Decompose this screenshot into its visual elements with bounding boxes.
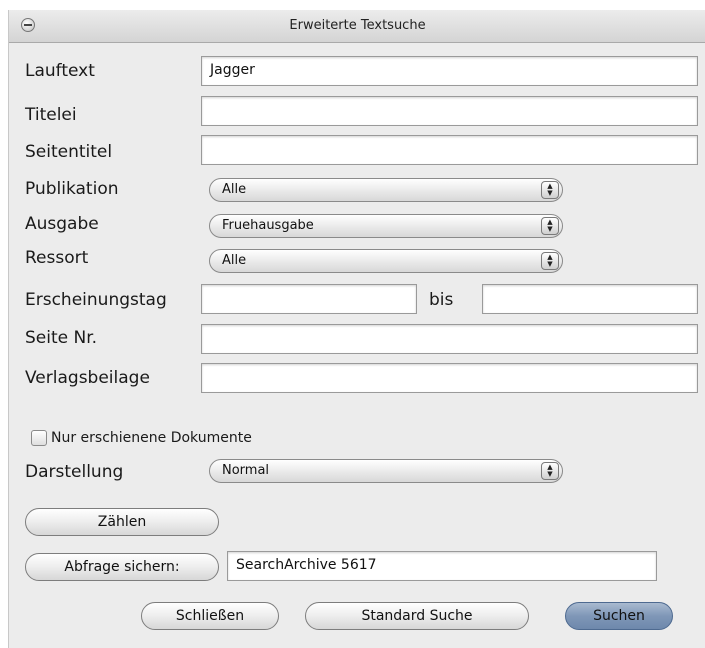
popup-arrows-icon: ▲ ▼ [541, 181, 559, 199]
publikation-value: Alle [222, 182, 247, 197]
erscheinungstag-label: Erscheinungstag [25, 290, 167, 310]
popup-arrows-icon: ▲ ▼ [541, 217, 559, 235]
ausgabe-select[interactable]: Fruehausgabe ▲ ▼ [209, 214, 563, 238]
abfrage-name-input[interactable]: SearchArchive 5617 [227, 551, 657, 581]
ausgabe-value: Fruehausgabe [222, 218, 314, 233]
ressort-label: Ressort [25, 248, 89, 268]
seitentitel-label: Seitentitel [25, 142, 113, 162]
suchen-button[interactable]: Suchen [565, 602, 673, 630]
erscheinungstag-from-input[interactable] [201, 284, 417, 314]
verlagsbeilage-input[interactable] [201, 363, 698, 393]
window-title: Erweiterte Textsuche [289, 18, 426, 33]
darstellung-select[interactable]: Normal ▲ ▼ [209, 459, 563, 483]
seitentitel-input[interactable] [201, 135, 698, 165]
lauftext-input[interactable]: Jagger [201, 56, 698, 86]
ausgabe-label: Ausgabe [25, 214, 99, 234]
nur-erschienene-checkbox[interactable] [31, 430, 47, 446]
darstellung-label: Darstellung [25, 462, 124, 482]
abfrage-sichern-button[interactable]: Abfrage sichern: [25, 553, 219, 581]
bis-label: bis [429, 290, 454, 310]
seite-nr-input[interactable] [201, 324, 698, 354]
search-dialog: Erweiterte Textsuche Lauftext Jagger Tit… [8, 10, 705, 648]
seite-nr-label: Seite Nr. [25, 328, 98, 348]
titelei-input[interactable] [201, 96, 698, 126]
popup-arrows-icon: ▲ ▼ [541, 252, 559, 270]
verlagsbeilage-label: Verlagsbeilage [25, 368, 150, 388]
title-bar: Erweiterte Textsuche [9, 10, 705, 43]
titelei-label: Titelei [25, 105, 77, 125]
schliessen-button[interactable]: Schließen [141, 602, 279, 630]
popup-arrows-icon: ▲ ▼ [541, 462, 559, 480]
publikation-label: Publikation [25, 179, 119, 199]
lauftext-label: Lauftext [25, 61, 95, 81]
darstellung-value: Normal [222, 463, 270, 478]
publikation-select[interactable]: Alle ▲ ▼ [209, 178, 563, 202]
ressort-value: Alle [222, 253, 247, 268]
erscheinungstag-to-input[interactable] [482, 284, 698, 314]
zaehlen-button[interactable]: Zählen [25, 508, 219, 536]
ressort-select[interactable]: Alle ▲ ▼ [209, 249, 563, 273]
standard-suche-button[interactable]: Standard Suche [305, 602, 529, 630]
nur-erschienene-label: Nur erschienene Dokumente [51, 430, 252, 446]
